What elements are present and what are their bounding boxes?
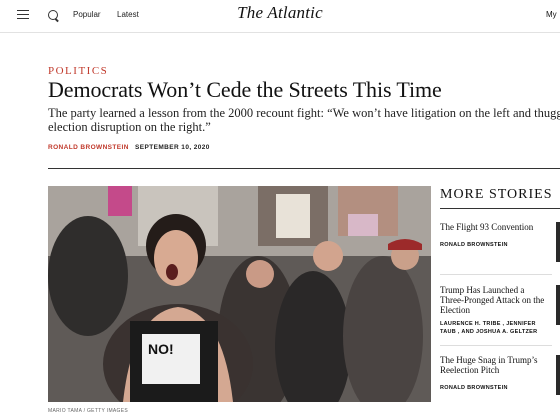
more-story-thumbnail[interactable] [556,222,560,262]
dek-line-1: The party learned a lesson from the 2000… [48,106,560,120]
section-label[interactable]: POLITICS [48,65,108,77]
story-divider [440,274,552,275]
article-dek: The party learned a lesson from the 2000… [48,106,560,134]
more-story-thumbnail[interactable] [556,285,560,325]
article-headline: Democrats Won’t Cede the Streets This Ti… [48,77,442,102]
protest-photo-illustration: NO! [48,186,431,402]
more-stories-divider [440,208,560,209]
more-story-title[interactable]: Trump Has Launched a Three-Pronged Attac… [440,285,550,315]
more-story-author[interactable]: RONALD BROWNSTEIN [440,241,552,249]
site-logo[interactable]: The Atlantic [0,3,560,23]
more-story-title[interactable]: The Flight 93 Convention [440,222,550,232]
top-nav: Popular Latest The Atlantic My [0,0,560,33]
photo-credit: MARIO TAMA / GETTY IMAGES [48,408,129,414]
more-story-thumbnail[interactable] [556,355,560,395]
author-link[interactable]: RONALD BROWNSTEIN [48,144,129,151]
more-stories-heading: MORE STORIES [440,187,553,202]
sign-text: NO! [148,341,174,357]
dek-line-2: election disruption on the right.” [48,120,211,134]
more-story-author[interactable]: RONALD BROWNSTEIN [440,384,552,392]
my-account-link[interactable]: My [546,10,560,19]
header-divider [48,168,560,169]
story-divider [440,345,552,346]
publish-date: SEPTEMBER 10, 2020 [135,144,210,151]
more-story-title[interactable]: The Huge Snag in Trump’s Reelection Pitc… [440,355,550,375]
lead-photo: NO! [48,186,431,402]
more-story-author[interactable]: LAURENCE H. TRIBE , JENNIFER TAUB , AND … [440,320,552,336]
byline: RONALD BROWNSTEIN SEPTEMBER 10, 2020 [48,144,210,151]
